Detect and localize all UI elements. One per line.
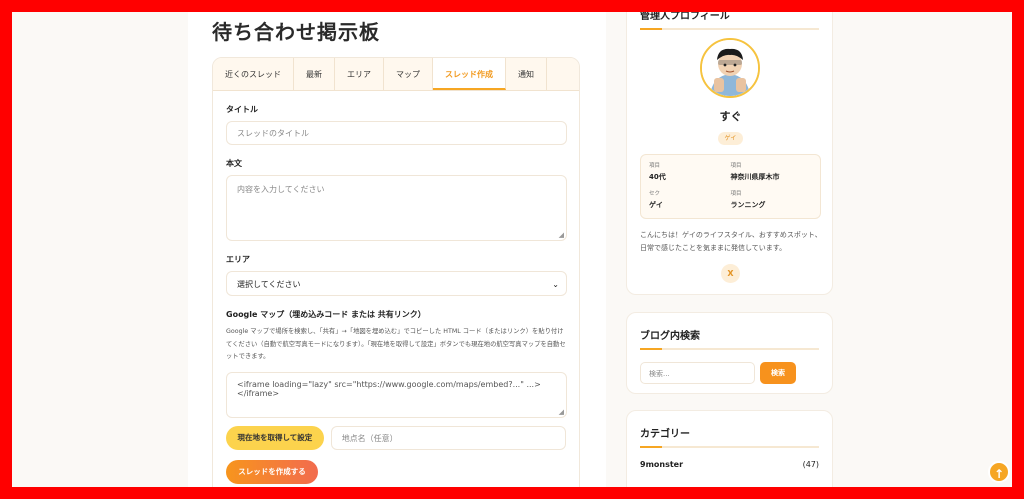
place-name-input[interactable]: 地点名（任意）: [330, 425, 566, 450]
resize-handle-icon[interactable]: ◢: [559, 408, 564, 416]
heading-underline: [640, 446, 819, 448]
category-count: (47): [802, 460, 819, 469]
info-cell: 項目 神奈川県厚木市: [730, 163, 780, 181]
title-input[interactable]: スレッドのタイトル: [226, 121, 567, 145]
tab-bar: 近くのスレッド 最新 エリア マップ スレッド作成 通知: [213, 58, 579, 91]
location-row: 現在地を取得して設定 地点名（任意）: [226, 425, 566, 450]
category-card: カテゴリー 9monster (47): [626, 410, 833, 487]
resize-handle-icon[interactable]: ◢: [559, 231, 564, 239]
info-cell: 項目 40代: [649, 163, 666, 181]
tab-area[interactable]: エリア: [335, 58, 384, 90]
search-heading: ブログ内検索: [640, 331, 700, 342]
create-thread-button[interactable]: スレッドを作成する: [226, 459, 318, 484]
category-heading: カテゴリー: [640, 429, 690, 440]
search-card: ブログ内検索 検索... 検索: [626, 312, 833, 394]
search-button[interactable]: 検索: [760, 362, 796, 384]
heading-underline: [640, 348, 819, 350]
profile-name: すぐ: [719, 110, 742, 123]
body-placeholder: 内容を入力してください: [237, 185, 325, 194]
profile-info-grid: 項目 40代 項目 神奈川県厚木市 セク ゲイ 項目 ランニング: [640, 154, 821, 219]
map-embed-textarea[interactable]: <iframe loading="lazy" src="https://www.…: [226, 371, 567, 418]
info-cell: セク ゲイ: [649, 190, 663, 209]
search-input[interactable]: 検索...: [640, 362, 755, 384]
info-cell: 項目 ランニング: [730, 190, 766, 209]
get-location-button[interactable]: 現在地を取得して設定: [226, 425, 324, 450]
area-select-value: 選択してください: [237, 280, 301, 289]
x-social-link[interactable]: X: [721, 264, 740, 283]
map-embed-placeholder: <iframe loading="lazy" src="https://www.…: [237, 379, 541, 398]
page: 待ち合わせ掲示板 近くのスレッド 最新 エリア マップ スレッド作成 通知 タイ…: [12, 12, 1012, 487]
profile-heading: 管理人プロフィール: [640, 12, 730, 22]
tab-notifications[interactable]: 通知: [506, 58, 547, 90]
avatar: [700, 38, 760, 98]
chevron-down-icon: ⌄: [552, 280, 559, 289]
map-help-text: Google マップで場所を検索し、「共有」→「地図を埋め込む」でコピーした H…: [226, 328, 566, 360]
tab-nearby[interactable]: 近くのスレッド: [213, 58, 294, 90]
avatar-illustration-icon: [702, 40, 758, 96]
search-row: 検索... 検索: [640, 362, 819, 384]
map-label: Google マップ（埋め込みコード または 共有リンク）: [226, 310, 426, 319]
title-label: タイトル: [226, 105, 258, 114]
tab-latest[interactable]: 最新: [294, 58, 335, 90]
arrow-up-icon[interactable]: ↑: [988, 461, 1010, 483]
body-textarea[interactable]: 内容を入力してください ◢: [226, 175, 567, 241]
create-thread-form: タイトル スレッドのタイトル 本文 内容を入力してください ◢ エリア 選択して…: [213, 104, 579, 484]
tab-create-thread[interactable]: スレッド作成: [433, 58, 506, 90]
profile-bio: こんにちは！ゲイのライフスタイル、おすすめスポット、日常で感じたことを気ままに発…: [640, 231, 822, 252]
page-title: 待ち合わせ掲示板: [212, 20, 380, 44]
category-item[interactable]: 9monster (47): [640, 460, 819, 469]
profile-badge: ゲイ: [718, 132, 743, 145]
area-label: エリア: [226, 255, 250, 264]
tab-map[interactable]: マップ: [384, 58, 433, 90]
thread-card: 近くのスレッド 最新 エリア マップ スレッド作成 通知 タイトル スレッドのタ…: [212, 57, 580, 487]
profile-card: 管理人プロフィール すぐ ゲイ 項目 40代 項目 神奈川県厚木市 セク ゲイ 項目ラ…: [626, 12, 833, 295]
area-select[interactable]: 選択してください ⌄: [226, 271, 567, 296]
body-label: 本文: [226, 159, 242, 168]
heading-underline: [640, 28, 819, 30]
category-name: 9monster: [640, 460, 684, 469]
